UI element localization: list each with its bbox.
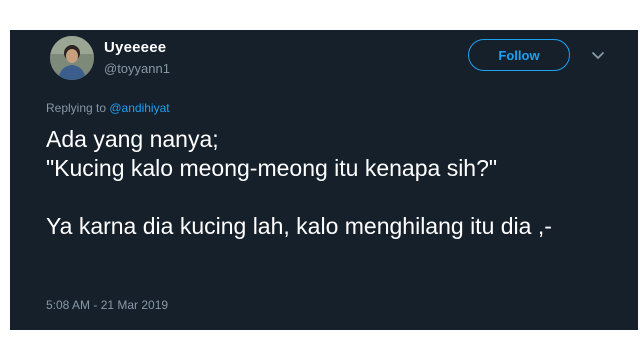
replying-to-mention[interactable]: @andihiyat [109, 101, 169, 115]
display-name[interactable]: Uyeeeee [104, 39, 166, 56]
replying-prefix: Replying to [46, 101, 110, 115]
follow-button[interactable]: Follow [468, 39, 570, 71]
tweet-timestamp[interactable]: 5:08 AM - 21 Mar 2019 [46, 298, 168, 312]
tweet-card: Uyeeeee @toyyann1 Follow Replying to @an… [10, 30, 638, 330]
chevron-down-icon[interactable] [590, 47, 606, 63]
tweet-text: Ada yang nanya; "Kucing kalo meong-meong… [46, 126, 552, 239]
replying-to: Replying to @andihiyat [46, 101, 170, 115]
avatar[interactable] [50, 36, 94, 80]
user-handle[interactable]: @toyyann1 [104, 61, 170, 76]
avatar-image [50, 36, 94, 80]
